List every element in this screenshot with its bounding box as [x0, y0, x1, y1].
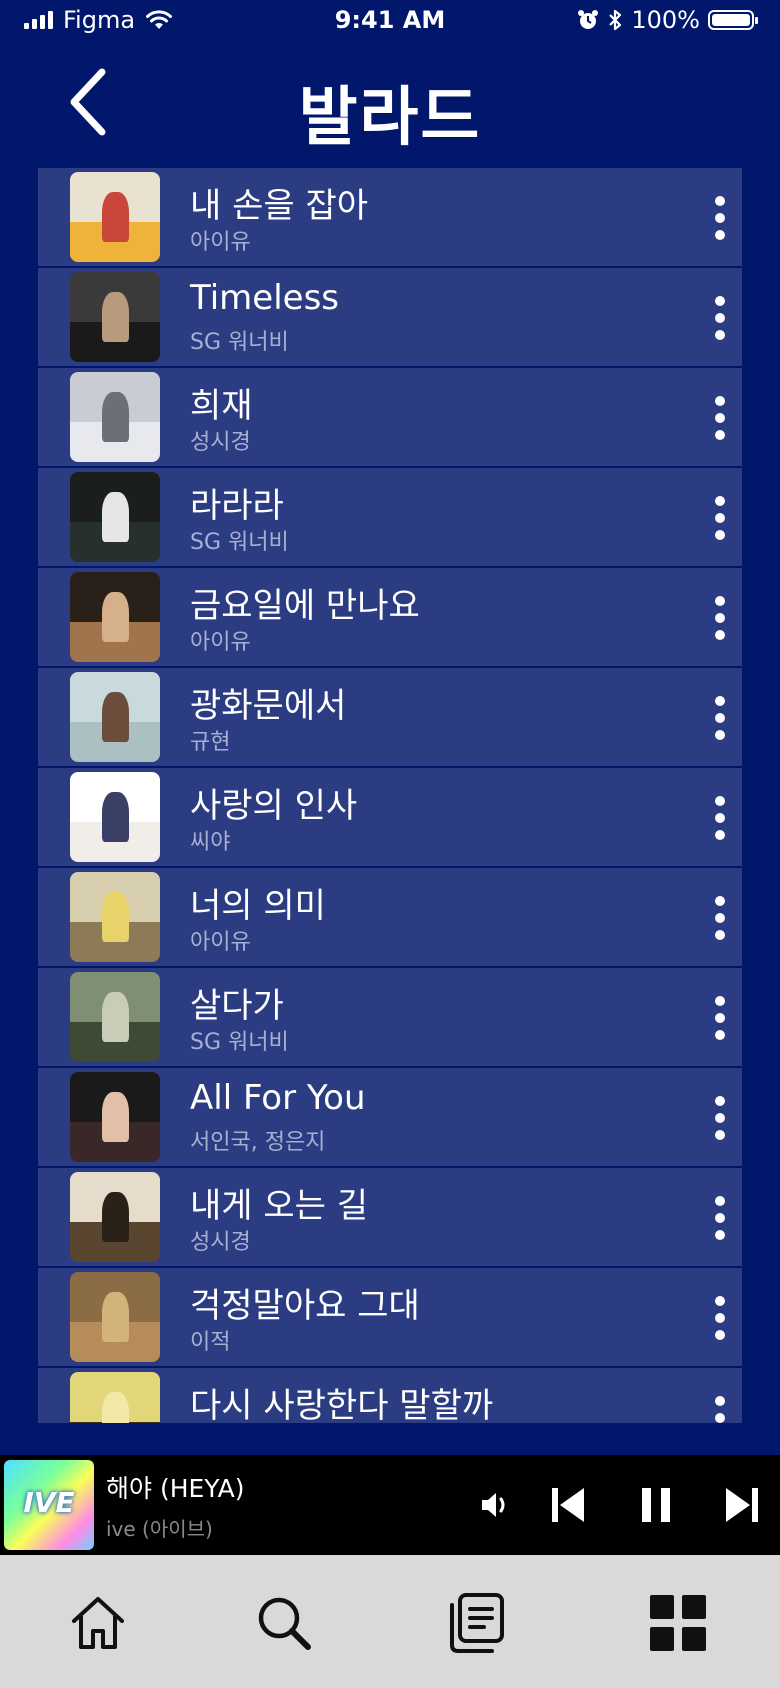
previous-button[interactable]	[546, 1483, 590, 1527]
album-art	[70, 1072, 160, 1162]
song-artist: SG 워너비	[190, 1030, 289, 1055]
status-right: 100%	[577, 6, 758, 34]
now-playing-album-art[interactable]: IVE	[4, 1460, 94, 1550]
album-art	[70, 372, 160, 462]
status-bar: Figma 9:41 AM 100%	[0, 0, 780, 42]
song-row[interactable]: 걱정말아요 그대이적	[38, 1268, 742, 1366]
battery-percent: 100%	[631, 6, 700, 34]
song-artist: 아이유	[190, 930, 251, 955]
song-row[interactable]: 내 손을 잡아아이유	[38, 168, 742, 266]
tab-search[interactable]	[252, 1591, 316, 1655]
more-options-icon[interactable]	[708, 596, 732, 640]
more-options-icon[interactable]	[708, 796, 732, 840]
song-title: 금요일에 만나요	[190, 586, 420, 626]
skip-back-icon	[552, 1488, 584, 1522]
page-title: 발라드	[298, 81, 482, 155]
mini-player[interactable]: IVE 해야 (HEYA) ive (아이브)	[0, 1455, 780, 1555]
song-row[interactable]: All For You 서인국, 정은지	[38, 1068, 742, 1166]
next-button[interactable]	[720, 1483, 764, 1527]
skip-forward-icon	[726, 1488, 758, 1522]
pause-icon	[642, 1488, 670, 1522]
more-options-icon[interactable]	[708, 896, 732, 940]
now-playing-artist: ive (아이브)	[106, 1517, 213, 1541]
album-art	[70, 472, 160, 562]
tab-home[interactable]	[66, 1591, 130, 1655]
more-options-icon[interactable]	[708, 1096, 732, 1140]
song-artist: 성시경	[190, 430, 251, 455]
more-options-icon[interactable]	[708, 996, 732, 1040]
song-row[interactable]: 금요일에 만나요아이유	[38, 568, 742, 666]
song-row[interactable]: 사랑의 인사씨야	[38, 768, 742, 866]
search-icon	[258, 1597, 311, 1650]
song-row[interactable]: 내게 오는 길성시경	[38, 1168, 742, 1266]
song-title: 내 손을 잡아	[190, 186, 369, 226]
album-art	[70, 1172, 160, 1262]
song-row[interactable]: Timeless SG 워너비	[38, 268, 742, 366]
song-artist: 이적	[190, 1330, 231, 1355]
song-title: 살다가	[190, 986, 284, 1026]
album-art	[70, 772, 160, 862]
song-row[interactable]: 살다가 SG 워너비	[38, 968, 742, 1066]
song-artist: 씨야	[190, 830, 231, 855]
album-art-text: IVE	[23, 1486, 75, 1519]
song-title: 너의 의미	[190, 886, 326, 926]
more-options-icon[interactable]	[708, 696, 732, 740]
song-row[interactable]: 라라라 SG 워너비	[38, 468, 742, 566]
song-title: 라라라	[190, 486, 284, 526]
song-title: 다시 사랑한다 말할까	[190, 1386, 494, 1423]
volume-button[interactable]	[474, 1483, 518, 1527]
alarm-icon	[578, 10, 599, 29]
now-playing-title: 해야 (HEYA)	[106, 1474, 245, 1503]
home-icon	[72, 1597, 124, 1649]
more-options-icon[interactable]	[708, 296, 732, 340]
battery-icon	[708, 10, 758, 30]
more-options-icon[interactable]	[708, 496, 732, 540]
library-icon	[450, 1593, 504, 1653]
song-title: Timeless	[190, 278, 339, 318]
pause-button[interactable]	[634, 1483, 678, 1527]
more-options-icon[interactable]	[708, 1296, 732, 1340]
album-art	[70, 672, 160, 762]
song-row[interactable]: 너의 의미아이유	[38, 868, 742, 966]
song-list[interactable]: 내 손을 잡아 아이유 Timeless SG 워너비 희재 성시경 라라라 SG 워너비 금요…	[38, 168, 742, 1423]
song-artist: SG 워너비	[190, 330, 289, 355]
song-title: 사랑의 인사	[190, 786, 358, 826]
song-title: 희재	[190, 386, 253, 426]
more-options-icon[interactable]	[708, 396, 732, 440]
song-artist: 규현	[190, 730, 231, 755]
song-artist: 서인국, 정은지	[190, 1130, 326, 1155]
tab-library[interactable]	[442, 1591, 506, 1655]
song-row[interactable]: 희재성시경	[38, 368, 742, 466]
song-artist: SG 워너비	[190, 530, 289, 555]
song-title: All For You	[190, 1078, 366, 1118]
more-options-icon[interactable]	[708, 1196, 732, 1240]
song-row[interactable]: 다시 사랑한다 말할까	[38, 1368, 742, 1423]
song-row[interactable]: 광화문에서규현	[38, 668, 742, 766]
album-art	[70, 1372, 160, 1423]
song-title: 걱정말아요 그대	[190, 1286, 420, 1326]
bluetooth-icon	[609, 9, 622, 31]
song-title: 광화문에서	[190, 686, 347, 726]
song-title: 내게 오는 길	[190, 1186, 369, 1226]
tab-bar	[0, 1555, 780, 1688]
song-artist: 아이유	[190, 630, 251, 655]
song-artist: 아이유	[190, 230, 251, 255]
album-art	[70, 872, 160, 962]
album-art	[70, 572, 160, 662]
more-options-icon[interactable]	[708, 196, 732, 240]
more-options-icon[interactable]	[708, 1396, 732, 1423]
tab-grid[interactable]	[646, 1591, 710, 1655]
album-art	[70, 1272, 160, 1362]
album-art	[70, 172, 160, 262]
song-artist: 성시경	[190, 1230, 251, 1255]
album-art	[70, 972, 160, 1062]
grid-icon	[650, 1595, 706, 1651]
album-art	[70, 272, 160, 362]
speaker-icon	[482, 1493, 505, 1517]
